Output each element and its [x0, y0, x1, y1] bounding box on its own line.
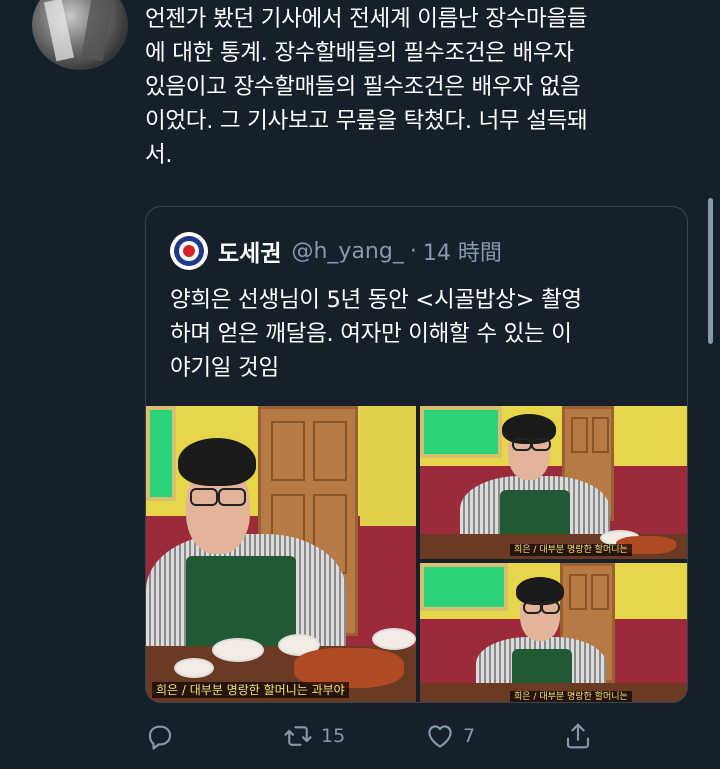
separator-dot: ·	[409, 238, 417, 264]
share-button[interactable]	[563, 718, 593, 754]
media-image-main[interactable]: 희은 / 대부분 명랑한 할머니는 과부야	[146, 406, 416, 702]
media-image-top-right[interactable]: 희은 / 대부분 명랑한 할머니는	[420, 406, 687, 559]
quoted-author-handle[interactable]: @h_yang_	[291, 239, 403, 264]
reply-button[interactable]	[145, 718, 175, 754]
tweet-body: 언젠가 봤던 기사에서 전세계 이름난 장수마을들 에 대한 통계. 장수할배들…	[145, 2, 685, 172]
tweet-view: 언젠가 봤던 기사에서 전세계 이름난 장수마을들 에 대한 통계. 장수할배들…	[0, 0, 720, 769]
quoted-tweet-time[interactable]: 14 時間	[423, 235, 502, 267]
tweet-text-line: 서.	[145, 142, 173, 168]
quoted-tweet-media: 희은 / 대부분 명랑한 할머니는 과부야 희은 / 대부분 명랑한 할머니는 …	[146, 406, 687, 702]
like-button[interactable]: 7	[425, 718, 475, 754]
reply-icon	[148, 725, 172, 750]
media-subtitle: 희은 / 대부분 명랑한 할머니는	[510, 544, 632, 556]
quoted-tweet-card[interactable]: 도세권 @h_yang_ · 14 時間 양희은 선생님이 5년 동안 <시골밥…	[145, 206, 688, 703]
quoted-text-line: 하며 얻은 깨달음. 여자만 이해할 수 있는 이	[170, 321, 572, 347]
like-count: 7	[463, 725, 476, 747]
retweet-icon	[284, 726, 312, 746]
tweet-text-line: 있음이고 장수할매들의 필수조건은 배우자 없음	[145, 74, 581, 100]
quoted-tweet-header: 도세권 @h_yang_ · 14 時間	[170, 231, 502, 271]
author-avatar[interactable]	[32, 0, 128, 70]
tweet-text-line: 에 대한 통계. 장수할배들의 필수조건은 배우자	[145, 40, 574, 66]
tweet-text-line: 언젠가 봤던 기사에서 전세계 이름난 장수마을들	[145, 6, 588, 32]
quoted-author-name[interactable]: 도세권	[218, 234, 281, 268]
media-subtitle: 희은 / 대부분 명랑한 할머니는	[510, 691, 632, 702]
quoted-author-avatar[interactable]	[170, 232, 208, 270]
retweet-button[interactable]: 15	[283, 718, 345, 754]
share-icon	[566, 723, 590, 749]
media-subtitle: 희은 / 대부분 명랑한 할머니는 과부야	[152, 682, 349, 698]
retweet-count: 15	[321, 725, 346, 747]
quoted-text-line: 양희은 선생님이 5년 동안 <시골밥상> 촬영	[170, 287, 582, 313]
scrollbar[interactable]	[708, 198, 713, 344]
tweet-actions: 15 7	[145, 718, 605, 754]
heart-icon	[428, 725, 452, 748]
media-image-bottom-right[interactable]: 희은 / 대부분 명랑한 할머니는	[420, 563, 687, 702]
quoted-text-line: 야기일 것임	[170, 355, 279, 381]
quoted-tweet-body: 양희은 선생님이 5년 동안 <시골밥상> 촬영 하며 얻은 깨달음. 여자만 …	[170, 283, 670, 385]
tweet-text-line: 이었다. 그 기사보고 무릎을 탁쳤다. 너무 설득돼	[145, 108, 588, 134]
